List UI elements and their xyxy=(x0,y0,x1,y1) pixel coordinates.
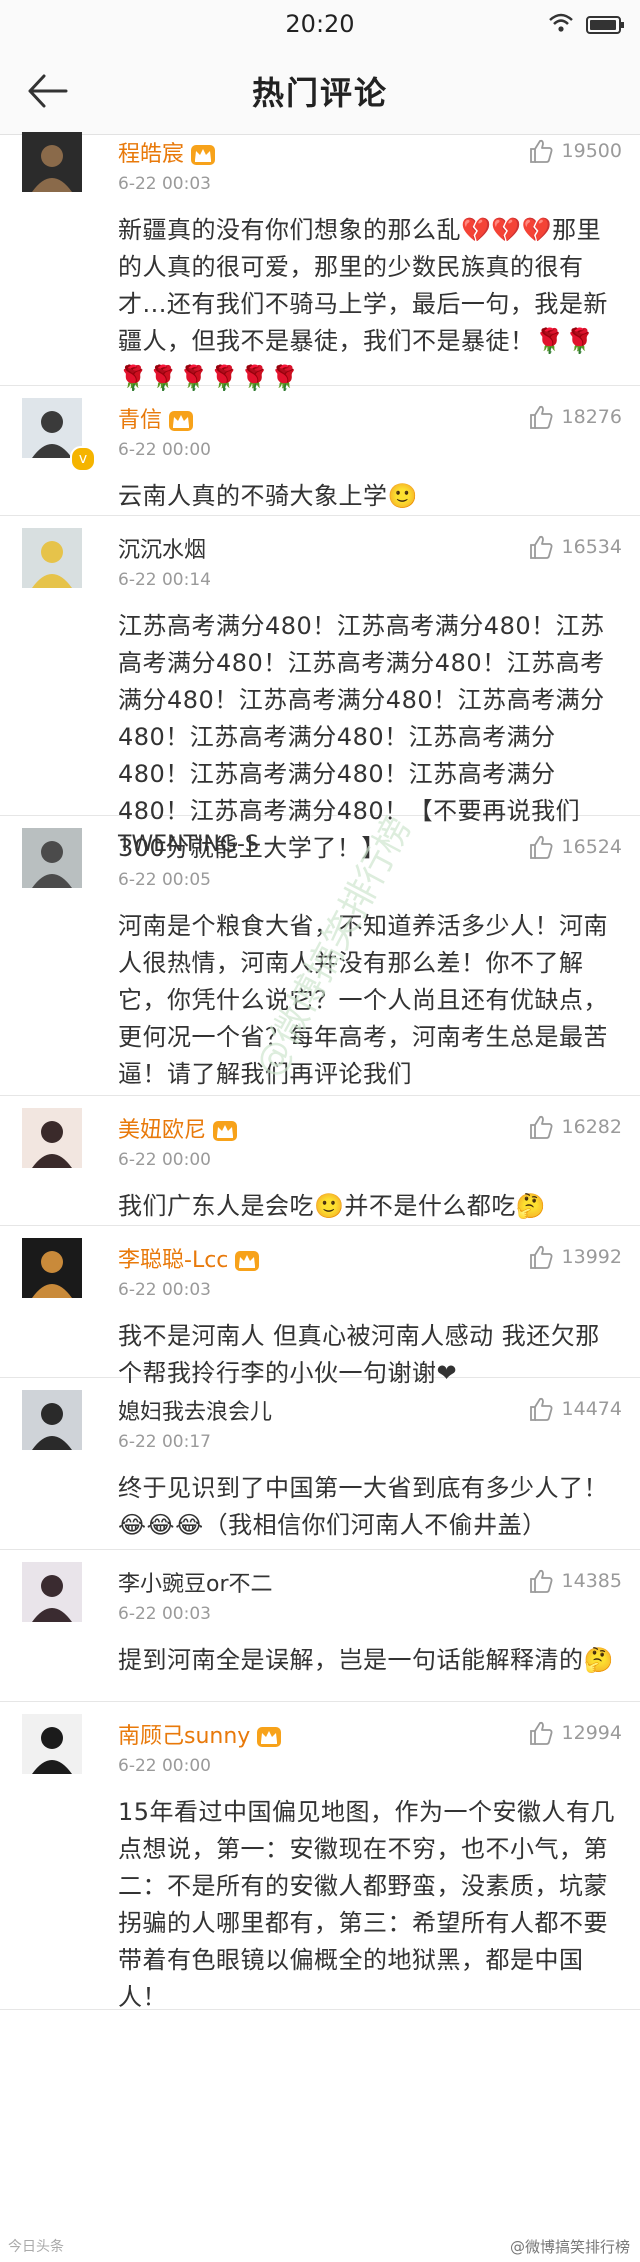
comment-time: 6-22 00:03 xyxy=(118,174,211,194)
username-label: 李聪聪-Lcc xyxy=(118,1248,229,1273)
footer-source-label: 今日头条 xyxy=(8,2239,64,2255)
like-button[interactable]: 19500 xyxy=(528,136,622,166)
comment-time: 6-22 00:00 xyxy=(118,440,211,460)
thumbs-up-icon xyxy=(529,1721,553,1745)
avatar[interactable] xyxy=(22,1714,82,1774)
thumbs-up-icon xyxy=(529,405,553,429)
comment-time: 6-22 00:00 xyxy=(118,1150,211,1170)
like-button[interactable]: 18276 xyxy=(528,402,622,432)
like-count: 14385 xyxy=(561,1570,622,1592)
like-button[interactable]: 12994 xyxy=(528,1718,622,1748)
thumbs-up-icon xyxy=(529,1115,553,1139)
username-label: 程皓宸 xyxy=(118,142,185,167)
avatar[interactable] xyxy=(22,1562,82,1622)
status-time: 20:20 xyxy=(285,10,355,38)
username[interactable]: 李小豌豆or不二 xyxy=(118,1566,273,1598)
avatar[interactable] xyxy=(22,828,82,888)
status-bar: 20:20 xyxy=(0,0,640,46)
thumbs-up-icon xyxy=(529,1397,553,1421)
like-count: 14474 xyxy=(561,1398,622,1420)
username-label: 美妞欧尼 xyxy=(118,1118,207,1143)
avatar[interactable] xyxy=(22,1108,82,1168)
username[interactable]: 沉沉水烟 xyxy=(118,532,206,564)
comment-text: 15年看过中国偏见地图，作为一个安徽人有几点想说，第一：安徽现在不穷，也不小气，… xyxy=(118,1798,616,2011)
comment-time: 6-22 00:03 xyxy=(118,1280,211,1300)
comment-item: 沉沉水烟 6-22 00:14 16534 江苏高考满分480！江苏高考满分480！… xyxy=(0,516,640,862)
like-count: 16524 xyxy=(561,836,622,858)
like-count: 13992 xyxy=(561,1246,622,1268)
thumbs-up-icon xyxy=(529,1245,553,1269)
comment-text: 终于见识到了中国第一大省到底有多少人了！😂😂😂（我相信你们河南人不偷井盖） xyxy=(118,1474,608,1539)
page-title: 热门评论 xyxy=(251,74,388,112)
like-button[interactable]: 16534 xyxy=(528,532,622,562)
username[interactable]: 美妞欧尼 xyxy=(118,1112,238,1144)
comment-item: 李聪聪-Lcc 6-22 00:03 13992 我不是河南人 但真心被河南人感动 … xyxy=(0,1226,640,1387)
comment-text: 我们广东人是会吃🙂并不是什么都吃🤔 xyxy=(118,1192,547,1220)
vip-crown-icon xyxy=(235,1251,260,1271)
username[interactable]: 李聪聪-Lcc xyxy=(118,1242,260,1274)
username-label: 青信 xyxy=(118,408,163,433)
avatar[interactable] xyxy=(22,1238,82,1298)
username-label: 李小豌豆or不二 xyxy=(118,1572,273,1597)
avatar[interactable] xyxy=(22,132,82,192)
vip-crown-icon xyxy=(169,411,194,431)
comment-text: 新疆真的没有你们想象的那么乱💔💔💔那里的人真的很可爱，那里的少数民族真的很有才.… xyxy=(118,216,608,392)
thumbs-up-icon xyxy=(529,835,553,859)
comment-text: 提到河南全是误解，岂是一句话能解释清的🤔 xyxy=(118,1646,614,1674)
thumbs-up-icon xyxy=(529,535,553,559)
thumbs-up-icon xyxy=(529,139,553,163)
username-label: TWENTING-S xyxy=(118,832,259,857)
avatar[interactable] xyxy=(22,1390,82,1450)
comment-item: 美妞欧尼 6-22 00:00 16282 我们广东人是会吃🙂并不是什么都吃🤔 xyxy=(0,1096,640,1226)
like-button[interactable]: 14385 xyxy=(528,1566,622,1596)
username-label: 沉沉水烟 xyxy=(118,538,207,563)
comment-item: 媳妇我去浪会儿 6-22 00:17 14474 终于见识到了中国第一大省到底有多少… xyxy=(0,1378,640,1550)
username[interactable]: 媳妇我去浪会儿 xyxy=(118,1394,272,1426)
like-button[interactable]: 13992 xyxy=(528,1242,622,1272)
battery-icon xyxy=(586,16,624,34)
like-button[interactable]: 14474 xyxy=(528,1394,622,1424)
footer-watermark: @微博搞笑排行榜 xyxy=(509,2238,630,2256)
comment-time: 6-22 00:17 xyxy=(118,1432,211,1452)
like-count: 12994 xyxy=(561,1722,622,1744)
username-label: 南顾己sunny xyxy=(118,1724,251,1749)
comment-time: 6-22 00:00 xyxy=(118,1756,211,1776)
comment-item: 南顾己sunny 6-22 00:00 12994 15年看过中国偏见地图，作为一个… xyxy=(0,1702,640,2011)
username[interactable]: TWENTING-S xyxy=(118,832,259,857)
like-count: 16534 xyxy=(561,536,622,558)
username-label: 媳妇我去浪会儿 xyxy=(118,1400,273,1425)
comment-list: 程皓宸 6-22 00:03 19500 新疆真的没有你们想象的那么乱💔💔💔那里的人… xyxy=(0,120,640,2011)
thumbs-up-icon xyxy=(529,1569,553,1593)
like-count: 19500 xyxy=(561,140,622,162)
vip-crown-icon xyxy=(213,1121,238,1141)
like-button[interactable]: 16524 xyxy=(528,832,622,862)
avatar[interactable] xyxy=(22,528,82,588)
vip-crown-icon xyxy=(191,145,216,165)
comment-time: 6-22 00:05 xyxy=(118,870,211,890)
like-count: 18276 xyxy=(561,406,622,428)
username[interactable]: 南顾己sunny xyxy=(118,1718,282,1750)
like-count: 16282 xyxy=(561,1116,622,1138)
verified-badge-icon: v xyxy=(70,446,96,472)
username[interactable]: 程皓宸 xyxy=(118,136,216,168)
wifi-icon xyxy=(549,13,573,32)
comment-text: 云南人真的不骑大象上学🙂 xyxy=(118,482,418,510)
comment-text: 河南是个粮食大省，不知道养活多少人！河南人很热情，河南人并没有那么差！你不了解它… xyxy=(118,912,608,1088)
comment-item: v 青信 6-22 00:00 18276 云南人真的不骑大象上学🙂 xyxy=(0,386,640,516)
comment-item: 李小豌豆or不二 6-22 00:03 14385 提到河南全是误解，岂是一句话能解… xyxy=(0,1550,640,1702)
like-button[interactable]: 16282 xyxy=(528,1112,622,1142)
vip-crown-icon xyxy=(257,1727,282,1747)
comment-time: 6-22 00:14 xyxy=(118,570,211,590)
comment-time: 6-22 00:03 xyxy=(118,1604,211,1624)
comment-item: 程皓宸 6-22 00:03 19500 新疆真的没有你们想象的那么乱💔💔💔那里的人… xyxy=(0,120,640,392)
username[interactable]: 青信 xyxy=(118,402,194,434)
